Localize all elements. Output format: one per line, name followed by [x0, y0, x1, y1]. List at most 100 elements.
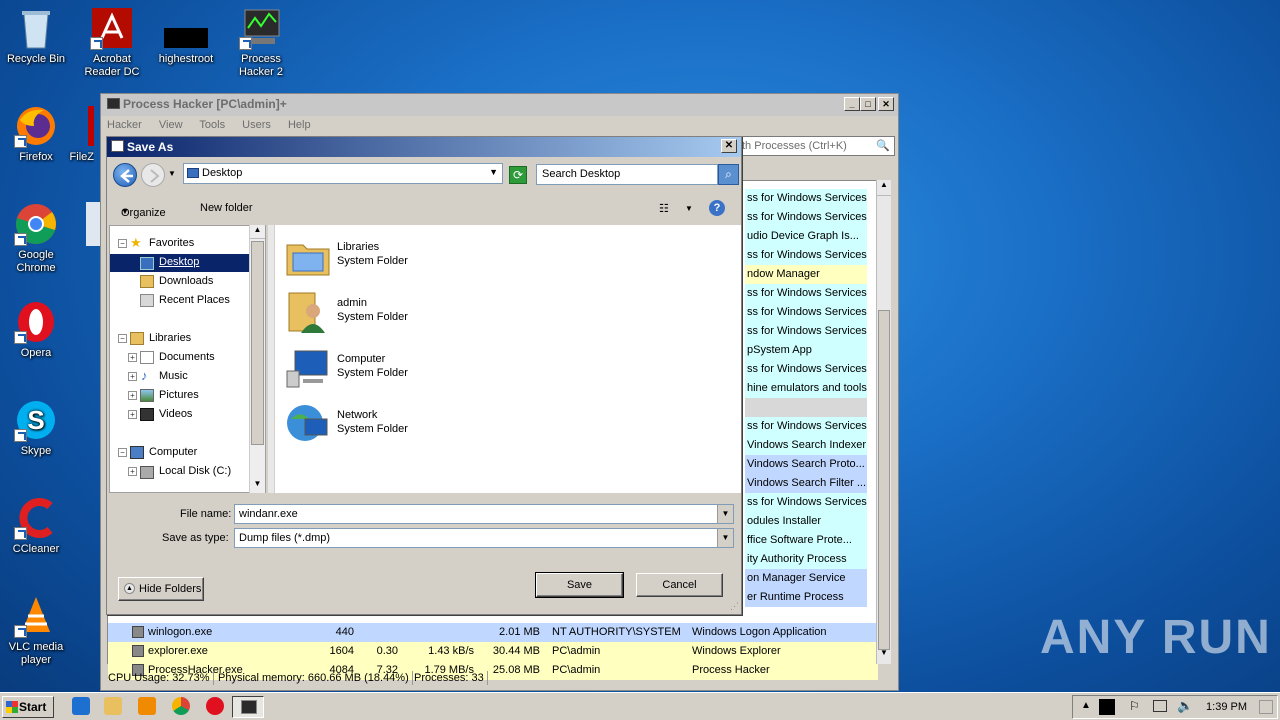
view-options-icon[interactable]: ☷ [659, 202, 669, 215]
tree-libraries[interactable]: − Libraries [110, 330, 250, 348]
network-tray-icon[interactable] [1153, 700, 1167, 712]
file-pane[interactable]: Libraries System Folder admin System Fol… [275, 225, 741, 493]
dialog-close-button[interactable]: ✕ [721, 139, 737, 153]
tree-pictures[interactable]: + Pictures [110, 387, 250, 405]
save-button[interactable]: Save [535, 572, 624, 598]
desktop-icon-ccleaner[interactable]: CCleaner [0, 496, 72, 556]
desktop-icon-color[interactable]: color [66, 202, 100, 249]
desktop-icon-chrome[interactable]: Google Chrome [0, 202, 72, 275]
process-description[interactable]: odules Installer [745, 512, 867, 531]
maximize-button[interactable]: □ [860, 97, 876, 111]
process-description[interactable] [745, 398, 867, 417]
collapse-icon[interactable]: − [118, 448, 127, 457]
expand-icon[interactable]: + [128, 391, 137, 400]
tree-favorites[interactable]: − ★ Favorites [110, 235, 250, 253]
process-description[interactable]: ndow Manager [745, 265, 867, 284]
process-search-input[interactable]: th Processes (Ctrl+K) 🔍 [737, 136, 895, 156]
search-button[interactable]: ⌕ [718, 164, 739, 185]
desktop-icon-opera[interactable]: Opera [0, 300, 72, 360]
process-description[interactable]: ss for Windows Services [745, 417, 867, 436]
pane-splitter[interactable] [268, 225, 274, 493]
expand-icon[interactable]: + [128, 353, 137, 362]
desktop-icon-vlc[interactable]: VLC media player [0, 594, 72, 667]
process-description[interactable]: ss for Windows Services [745, 189, 867, 208]
chevron-down-icon[interactable]: ▼ [717, 505, 733, 523]
navigation-scrollbar[interactable]: ▲ ▼ [249, 225, 265, 493]
recent-pages-chevron-icon[interactable]: ▼ [168, 169, 176, 178]
file-item-network[interactable]: Network System Folder [285, 401, 485, 453]
scroll-up-arrow-icon[interactable]: ▲ [877, 180, 891, 196]
desktop-icon-filezilla[interactable]: FileZ [54, 104, 94, 164]
show-desktop-button[interactable] [1259, 700, 1273, 714]
help-icon[interactable]: ? [709, 200, 725, 216]
tree-desktop-selected[interactable]: Desktop [110, 254, 250, 272]
desktop-icon-recycle-bin[interactable]: Recycle Bin [0, 6, 72, 66]
process-description[interactable]: udio Device Graph Is... [745, 227, 867, 246]
tree-local-disk[interactable]: + Local Disk (C:) [110, 463, 250, 481]
expand-icon[interactable]: + [128, 467, 137, 476]
desktop-icon-acrobat[interactable]: Acrobat Reader DC [76, 6, 148, 79]
tray-app-icon[interactable] [1099, 699, 1115, 715]
file-name-field[interactable]: windanr.exe ▼ [234, 504, 734, 524]
menu-tools[interactable]: Tools [199, 119, 225, 131]
process-list-scrollbar[interactable]: ▲ ▼ [876, 180, 891, 664]
hide-folders-button[interactable]: ▲ Hide Folders [118, 577, 204, 601]
taskbar-process-hacker-button[interactable] [232, 696, 264, 718]
tree-computer[interactable]: − Computer [110, 444, 250, 462]
table-row[interactable]: explorer.exe 1604 0.30 1.43 kB/s 30.44 MB PC\… [108, 642, 878, 661]
process-description[interactable]: ss for Windows Services [745, 284, 867, 303]
opera-icon[interactable] [206, 697, 224, 715]
desktop-icon-skype[interactable]: S Skype [0, 398, 72, 458]
tree-music[interactable]: + ♪ Music [110, 368, 250, 386]
resize-grip-icon[interactable]: ⋰ [730, 601, 739, 612]
show-hidden-icons-icon[interactable]: ▲ [1081, 700, 1091, 711]
menu-help[interactable]: Help [288, 119, 311, 131]
media-player-icon[interactable] [138, 697, 156, 715]
process-description[interactable]: ffice Software Prote... [745, 531, 867, 550]
tree-recent-places[interactable]: Recent Places [110, 292, 250, 310]
process-description[interactable]: ity Authority Process [745, 550, 867, 569]
process-description[interactable]: pSystem App [745, 341, 867, 360]
search-desktop-input[interactable]: Search Desktop [536, 164, 718, 185]
scroll-down-arrow-icon[interactable]: ▼ [877, 648, 891, 664]
process-description[interactable]: er Runtime Process [745, 588, 867, 607]
process-description[interactable]: ss for Windows Services [745, 208, 867, 227]
minimize-button[interactable]: _ [844, 97, 860, 111]
process-description[interactable]: ss for Windows Services [745, 493, 867, 512]
process-description[interactable]: ss for Windows Services [745, 246, 867, 265]
expand-icon[interactable]: + [128, 372, 137, 381]
volume-icon[interactable]: 🔈 [1177, 698, 1193, 714]
process-description[interactable]: ss for Windows Services [745, 322, 867, 341]
forward-button[interactable] [141, 163, 165, 187]
process-hacker-titlebar[interactable]: Process Hacker [PC\admin]+ _ □ ✕ [101, 94, 898, 116]
start-button[interactable]: Start [2, 696, 54, 718]
tree-documents[interactable]: + Documents [110, 349, 250, 367]
scroll-down-arrow-icon[interactable]: ▼ [250, 479, 265, 493]
file-item-computer[interactable]: Computer System Folder [285, 345, 485, 397]
file-item-admin[interactable]: admin System Folder [285, 289, 485, 341]
tree-videos[interactable]: + Videos [110, 406, 250, 424]
save-as-type-select[interactable]: Dump files (*.dmp) ▼ [234, 528, 734, 548]
scroll-thumb[interactable] [878, 310, 890, 650]
menu-users[interactable]: Users [242, 119, 271, 131]
tree-downloads[interactable]: Downloads [110, 273, 250, 291]
view-chevron-icon[interactable]: ▼ [685, 204, 693, 213]
process-description[interactable]: on Manager Service [745, 569, 867, 588]
cancel-button[interactable]: Cancel [636, 573, 723, 597]
process-description[interactable]: Vindows Search Proto... [745, 455, 867, 474]
refresh-button[interactable]: ⟳ [509, 166, 527, 184]
explorer-icon[interactable] [104, 697, 122, 715]
process-description[interactable]: Vindows Search Filter ... [745, 474, 867, 493]
table-row[interactable]: winlogon.exe 440 2.01 MB NT AUTHORITY\SYSTE… [108, 623, 878, 642]
ie-icon[interactable] [72, 697, 90, 715]
chevron-down-icon[interactable]: ▼ [489, 167, 498, 177]
chevron-down-icon[interactable]: ▼ [717, 529, 733, 547]
collapse-icon[interactable]: − [118, 239, 127, 248]
process-description[interactable]: ss for Windows Services [745, 303, 867, 322]
save-as-dialog[interactable]: Save As ✕ ▼ Desktop ▼ ⟳ Search Desktop ⌕… [106, 136, 742, 615]
menu-view[interactable]: View [159, 119, 183, 131]
scroll-thumb[interactable] [251, 241, 264, 445]
address-bar[interactable]: Desktop ▼ [183, 163, 503, 184]
scroll-up-arrow-icon[interactable]: ▲ [250, 225, 265, 239]
process-description[interactable]: Vindows Search Indexer [745, 436, 867, 455]
